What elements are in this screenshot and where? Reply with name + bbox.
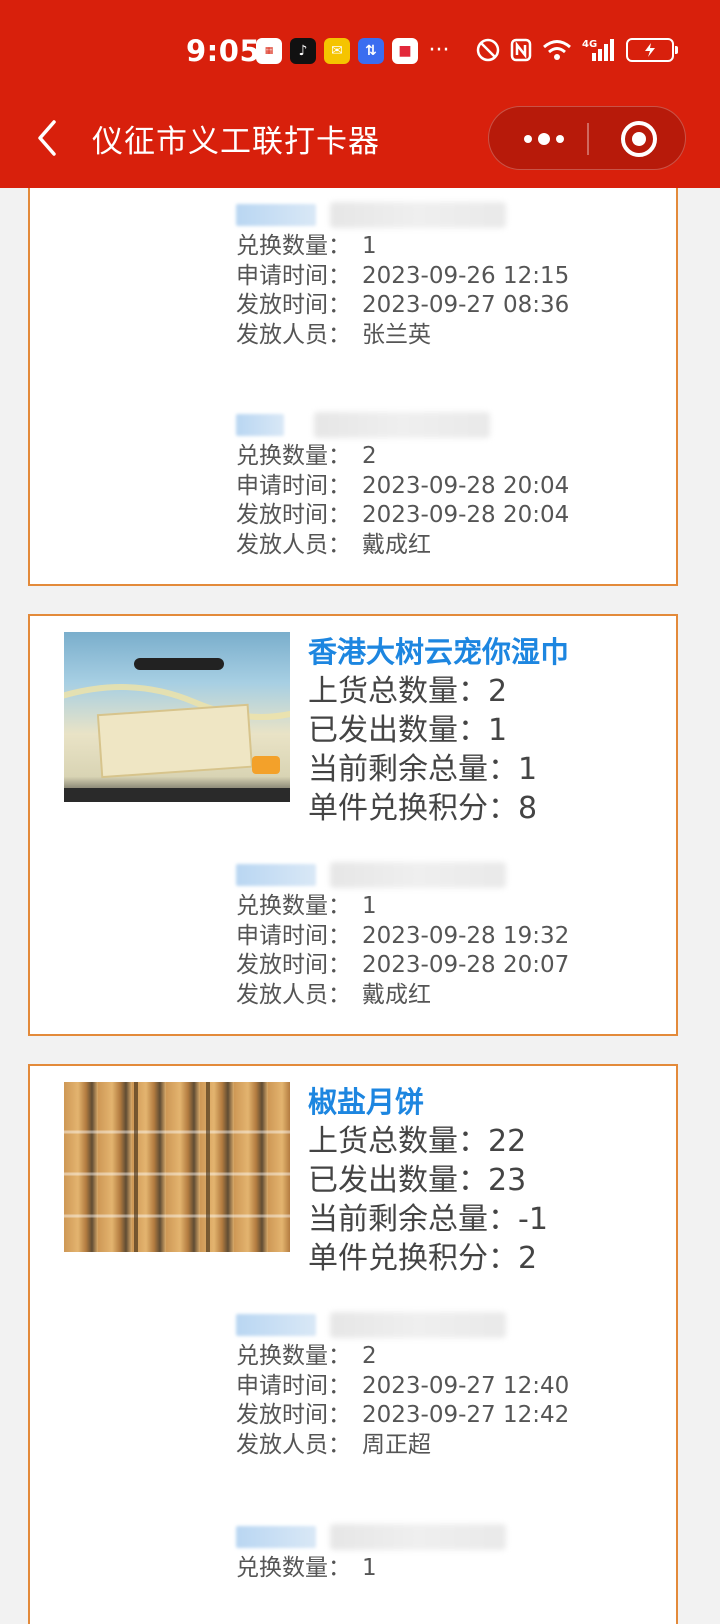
product-card: 兑换数量： 1 申请时间： 2023-09-26 12:15 发放时间： 2023-0… — [28, 188, 678, 586]
mail-icon: ✉ — [324, 38, 350, 64]
issuer: 发放人员： 张兰英 — [236, 321, 431, 348]
blurred-phone — [330, 862, 506, 888]
apply-time: 申请时间： 2023-09-26 12:15 — [236, 262, 570, 289]
product-summary[interactable]: 香港大树云宠你湿巾 上货总数量：2 已发出数量：1 当前剩余总量：1 单件兑换积… — [64, 632, 664, 826]
sync-app-icon: ⇅ — [358, 38, 384, 64]
blurred-phone — [330, 1312, 506, 1338]
exchange-qty: 兑换数量： 1 — [236, 893, 377, 919]
apply-time: 申请时间： 2023-09-27 12:40 — [236, 1372, 570, 1399]
points-per-item: 单件兑换积分：8 — [308, 791, 538, 826]
exchange-qty: 兑换数量： 1 — [236, 233, 377, 259]
issue-time: 发放时间： 2023-09-28 20:04 — [236, 502, 570, 528]
record-user — [236, 408, 636, 442]
blurred-phone — [330, 1524, 506, 1550]
issuer: 发放人员： 戴成红 — [236, 981, 431, 1008]
message-app-icon: ■ — [392, 38, 418, 64]
blurred-user-name — [236, 1314, 316, 1336]
product-info: 椒盐月饼 上货总数量：22 已发出数量：23 当前剩余总量：-1 单件兑换积分：… — [308, 1082, 548, 1278]
exchange-record: 兑换数量： 2 申请时间： 2023-09-28 20:04 发放时间： 2023-0… — [236, 408, 636, 560]
issued-total: 已发出数量：23 — [308, 1163, 527, 1198]
blurred-user-name — [236, 1526, 316, 1548]
exchange-qty: 兑换数量： 1 — [236, 1555, 377, 1581]
navigation-bar: 仪征市义工联打卡器 — [0, 100, 720, 178]
silent-icon — [476, 36, 500, 64]
record-user — [236, 198, 636, 232]
blurred-phone — [314, 412, 490, 438]
record-user — [236, 1520, 636, 1554]
product-image-wipes[interactable] — [64, 632, 290, 802]
product-image-mooncake[interactable] — [64, 1082, 290, 1252]
remaining-total: 当前剩余总量：-1 — [308, 1202, 548, 1237]
product-info: 香港大树云宠你湿巾 上货总数量：2 已发出数量：1 当前剩余总量：1 单件兑换积… — [308, 632, 569, 828]
issuer: 发放人员： 戴成红 — [236, 531, 431, 558]
system-icons: 4G — [476, 36, 678, 64]
points-per-item: 单件兑换积分：2 — [308, 1241, 538, 1276]
apply-time: 申请时间： 2023-09-28 20:04 — [236, 472, 570, 499]
nfc-icon — [510, 36, 532, 64]
record-user — [236, 858, 636, 892]
more-menu-icon[interactable] — [509, 107, 579, 171]
product-summary[interactable]: 椒盐月饼 上货总数量：22 已发出数量：23 当前剩余总量：-1 单件兑换积分：… — [64, 1082, 664, 1276]
issue-time: 发放时间： 2023-09-27 12:42 — [236, 1402, 570, 1428]
exchange-record: 兑换数量： 1 申请时间： 2023-09-26 12:15 发放时间： 2023-0… — [236, 198, 636, 350]
page-title: 仪征市义工联打卡器 — [92, 124, 380, 160]
miniprogram-capsule — [488, 106, 686, 170]
record-user — [236, 1308, 636, 1342]
blurred-user-name — [236, 204, 316, 226]
exchange-qty: 兑换数量： 2 — [236, 443, 377, 469]
notification-icons: ▦ ♪ ✉ ⇅ ■ ··· — [256, 38, 452, 64]
exchange-record: 兑换数量： 2 申请时间： 2023-09-27 12:40 发放时间： 2023-0… — [236, 1308, 636, 1460]
blurred-phone — [330, 202, 506, 228]
stock-total: 上货总数量：22 — [308, 1124, 527, 1159]
blurred-user-name — [236, 864, 316, 886]
network-type: 4G — [582, 39, 597, 50]
product-name[interactable]: 椒盐月饼 — [308, 1082, 548, 1122]
remaining-total: 当前剩余总量：1 — [308, 752, 538, 787]
cellular-signal-icon: 4G — [582, 36, 616, 64]
status-bar: 9:05 ▦ ♪ ✉ ⇅ ■ ··· 4G — [0, 28, 720, 80]
issuer: 发放人员： 周正超 — [236, 1431, 431, 1458]
capsule-divider — [587, 123, 589, 155]
issue-time: 发放时间： 2023-09-27 08:36 — [236, 292, 570, 318]
back-arrow-icon[interactable] — [32, 118, 64, 158]
more-notifications-icon: ··· — [428, 38, 450, 63]
close-miniprogram-icon[interactable] — [619, 119, 659, 159]
header-bar: 9:05 ▦ ♪ ✉ ⇅ ■ ··· 4G 仪征市义工联打卡器 — [0, 0, 720, 188]
tiktok-icon: ♪ — [290, 38, 316, 64]
product-card: 香港大树云宠你湿巾 上货总数量：2 已发出数量：1 当前剩余总量：1 单件兑换积… — [28, 614, 678, 1036]
battery-icon — [626, 38, 678, 62]
blurred-user-name — [236, 414, 284, 436]
exchange-record: 兑换数量： 1 申请时间： 2023-09-28 19:32 发放时间： 2023-0… — [236, 858, 636, 1010]
status-time: 9:05 — [186, 34, 261, 68]
apply-time: 申请时间： 2023-09-28 19:32 — [236, 922, 570, 949]
product-name[interactable]: 香港大树云宠你湿巾 — [308, 632, 569, 672]
stock-total: 上货总数量：2 — [308, 674, 508, 709]
issued-total: 已发出数量：1 — [308, 713, 508, 748]
photo-app-icon: ▦ — [256, 38, 282, 64]
wifi-icon — [542, 36, 572, 64]
exchange-record: 兑换数量： 1 — [236, 1520, 636, 1584]
exchange-qty: 兑换数量： 2 — [236, 1343, 377, 1369]
product-card: 椒盐月饼 上货总数量：22 已发出数量：23 当前剩余总量：-1 单件兑换积分：… — [28, 1064, 678, 1624]
issue-time: 发放时间： 2023-09-28 20:07 — [236, 952, 570, 978]
